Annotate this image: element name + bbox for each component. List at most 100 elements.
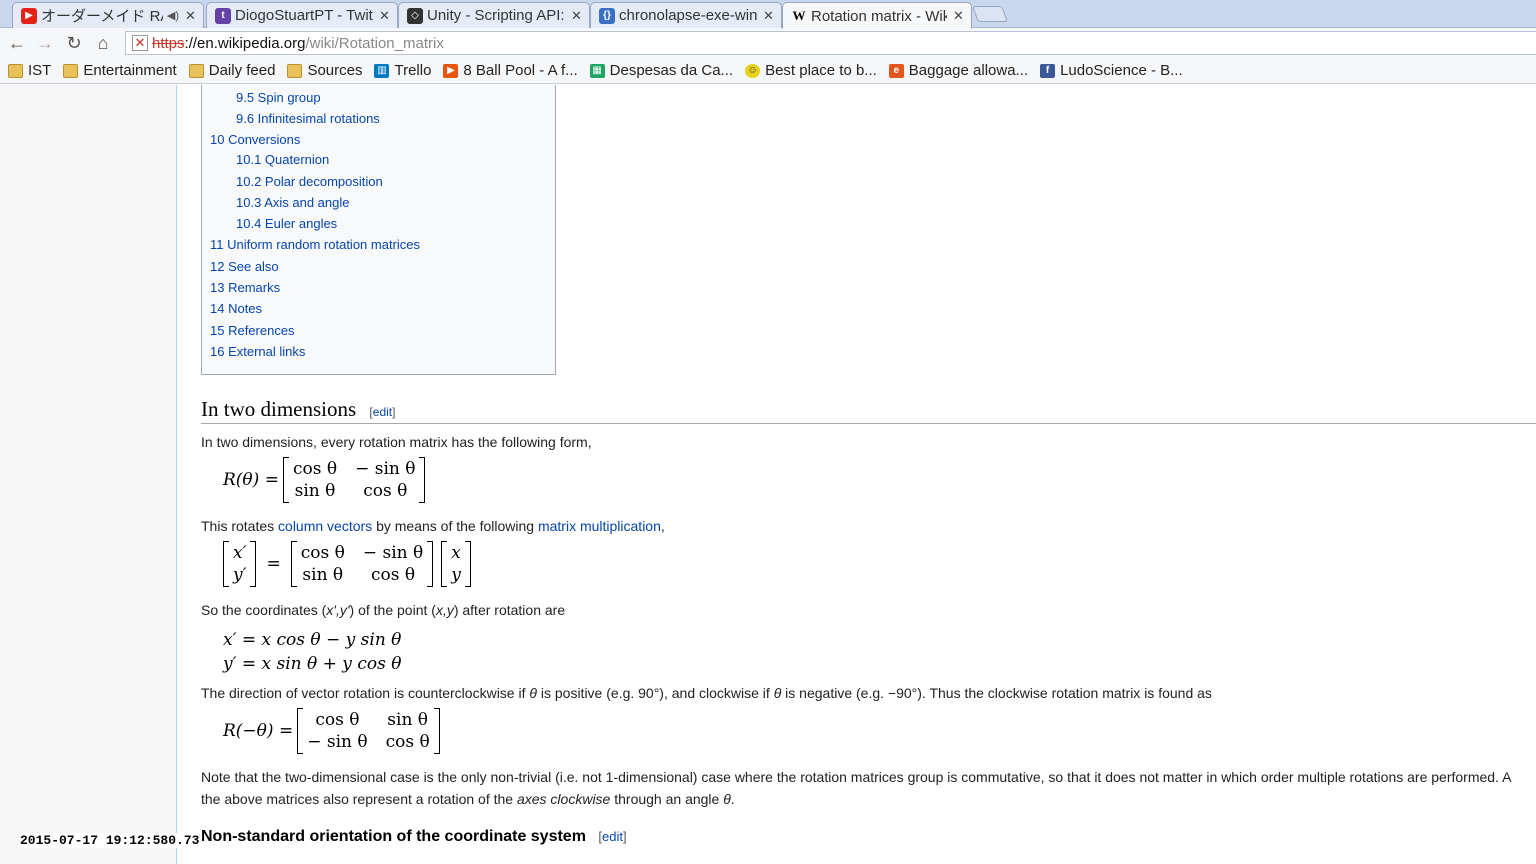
wiki-sidebar (0, 85, 177, 864)
address-bar[interactable]: ✕ https://en.wikipedia.org/wiki/Rotation… (125, 31, 1536, 55)
toc-item[interactable]: 11 Uniform random rotation matrices (210, 237, 420, 252)
bookmark-despesas[interactable]: ▦ Despesas da Ca... (589, 62, 734, 79)
home-icon[interactable]: ⌂ (92, 32, 114, 54)
paragraph: This rotates column vectors by means of … (201, 518, 665, 534)
toc-item[interactable]: 13 Remarks (210, 280, 280, 295)
bookmark-best-place[interactable]: ☺ Best place to b... (745, 62, 877, 79)
bookmark-ist[interactable]: IST (8, 62, 51, 79)
toc-item[interactable]: 12 See also (210, 259, 279, 274)
bookmarks-bar: IST Entertainment Daily feed Sources ▥ Tr… (0, 58, 1536, 84)
edit-link[interactable]: [edit] (369, 405, 395, 419)
toc-item[interactable]: 16 External links (210, 344, 305, 359)
bookmark-ludoscience[interactable]: f LudoScience - B... (1040, 62, 1183, 79)
tab-unity[interactable]: ◇ Unity - Scripting API: ✕ (398, 2, 590, 28)
close-icon[interactable]: ✕ (185, 8, 197, 24)
tab-chronolapse[interactable]: {} chronolapse-exe-win ✕ (590, 2, 782, 28)
edit-link[interactable]: [edit] (598, 829, 626, 844)
link-matrix-multiplication[interactable]: matrix multiplication (538, 518, 661, 534)
tab-radwimps[interactable]: ▶ オーダーメイド RADWIN ◀) ✕ (12, 2, 204, 28)
paragraph: In two dimensions, every rotation matrix… (201, 434, 592, 450)
facebook-icon: f (1040, 63, 1056, 78)
bookmark-trello[interactable]: ▥ Trello (374, 62, 431, 79)
tab-rotation-matrix[interactable]: W Rotation matrix - Wik ✕ (782, 2, 972, 29)
close-icon[interactable]: ✕ (571, 8, 583, 24)
bookmark-daily-feed[interactable]: Daily feed (188, 62, 276, 79)
subsection-heading: Non-standard orientation of the coordina… (201, 828, 627, 846)
edit-label[interactable]: edit (373, 405, 392, 419)
text: ) after rotation are (453, 602, 566, 618)
tab-strip: ▶ オーダーメイド RADWIN ◀) ✕ t DiogoStuartPT - … (0, 0, 1536, 29)
text: by means of the following (372, 518, 538, 534)
math-lhs: R(θ) = (223, 470, 279, 490)
text: axes clockwise (516, 791, 611, 807)
math-cell: sin θ (302, 565, 344, 585)
text: θ (529, 685, 537, 701)
close-icon[interactable]: ✕ (379, 8, 391, 24)
tab-title: Rotation matrix - Wik (811, 7, 947, 25)
math-cell: cos θ (370, 565, 416, 585)
text: , (660, 518, 665, 534)
url-scheme: https (152, 34, 185, 52)
google-code-icon: {} (599, 7, 615, 24)
math-cell: sin θ (387, 710, 429, 730)
math-cell: cos θ (300, 543, 345, 563)
insecure-lock-icon[interactable]: ✕ (132, 35, 148, 51)
toc-item[interactable]: 15 References (210, 323, 295, 338)
math-cell: cos θ (363, 481, 408, 501)
math-cell: cos θ (315, 710, 360, 730)
text: So the coordinates ( (201, 602, 327, 618)
text: is negative (e.g. −90°). Thus the clockw… (781, 685, 1212, 701)
new-tab-button[interactable] (972, 6, 1008, 22)
text: x',y' (326, 602, 350, 618)
folder-icon (8, 63, 23, 78)
toc-item[interactable]: 10.4 Euler angles (236, 216, 337, 231)
bookmark-entertainment[interactable]: Entertainment (63, 62, 177, 79)
toc-item[interactable]: 9.6 Infinitesimal rotations (236, 111, 380, 126)
toc-item[interactable]: 10 Conversions (210, 132, 300, 147)
back-icon[interactable]: ← (6, 32, 28, 54)
browser-toolbar: ← → ↻ ⌂ ✕ https://en.wikipedia.org/wiki/… (0, 28, 1536, 58)
subsection-title: Non-standard orientation of the coordina… (201, 828, 586, 845)
math-cell: − sin θ (307, 732, 368, 752)
toc-item[interactable]: 10.3 Axis and angle (236, 195, 349, 210)
toc-item[interactable]: 10.2 Polar decomposition (236, 174, 383, 189)
article-content: 9.5 Spin group 9.6 Infinitesimal rotatio… (201, 85, 1536, 864)
tab-title: オーダーメイド RADWIN (41, 8, 163, 25)
close-icon[interactable]: ✕ (763, 8, 775, 24)
toc-item[interactable]: 14 Notes (210, 301, 262, 316)
table-of-contents: 9.5 Spin group 9.6 Infinitesimal rotatio… (201, 85, 556, 375)
forward-icon[interactable]: → (34, 32, 56, 54)
tab-twitch[interactable]: t DiogoStuartPT - Twit ✕ (206, 2, 398, 28)
matrix-multiplication-formula: x′ y′ = cos θ − sin θ sin θ cos θ x y (223, 541, 475, 587)
clockwise-rotation-formula: R(−θ) = cos θ sin θ − sin θ cos θ (223, 708, 444, 754)
tab-title: DiogoStuartPT - Twit (235, 7, 373, 24)
link-column-vectors[interactable]: column vectors (278, 518, 372, 534)
bookmark-sources[interactable]: Sources (287, 62, 362, 79)
math-cell: y (451, 565, 461, 585)
text: through an angle (610, 791, 724, 807)
folder-icon (63, 63, 79, 78)
text: ) of the point ( (349, 602, 436, 618)
youtube-icon: ▶ (21, 7, 37, 24)
play-icon: ▶ (443, 63, 459, 78)
math-cell: x′ (233, 543, 247, 563)
math-cell: sin θ (294, 481, 336, 501)
bookmark-label: Daily feed (208, 62, 276, 79)
speaker-icon[interactable]: ◀) (167, 9, 179, 22)
text: is positive (e.g. 90°), and clockwise if (536, 685, 774, 701)
section-heading: In two dimensions [edit] (201, 397, 1536, 424)
section-title: In two dimensions (201, 397, 357, 421)
close-icon[interactable]: ✕ (953, 8, 965, 24)
math-cell: − sin θ (355, 459, 416, 479)
coordinate-equations: x′ = x cos θ − y sin θ y′ = x sin θ + y … (223, 628, 401, 676)
reload-icon[interactable]: ↻ (63, 32, 85, 54)
toc-item[interactable]: 9.5 Spin group (236, 90, 321, 105)
bookmark-8-ball-pool[interactable]: ▶ 8 Ball Pool - A f... (443, 62, 578, 79)
wikipedia-icon: W (792, 8, 806, 23)
bookmark-baggage[interactable]: e Baggage allowa... (888, 62, 1028, 79)
url-host: ://en.wikipedia.org (184, 34, 306, 52)
edit-label[interactable]: edit (602, 829, 623, 844)
tab-title: chronolapse-exe-win (619, 7, 757, 24)
toc-item[interactable]: 10.1 Quaternion (236, 152, 329, 167)
bookmark-label: Despesas da Ca... (609, 62, 734, 79)
